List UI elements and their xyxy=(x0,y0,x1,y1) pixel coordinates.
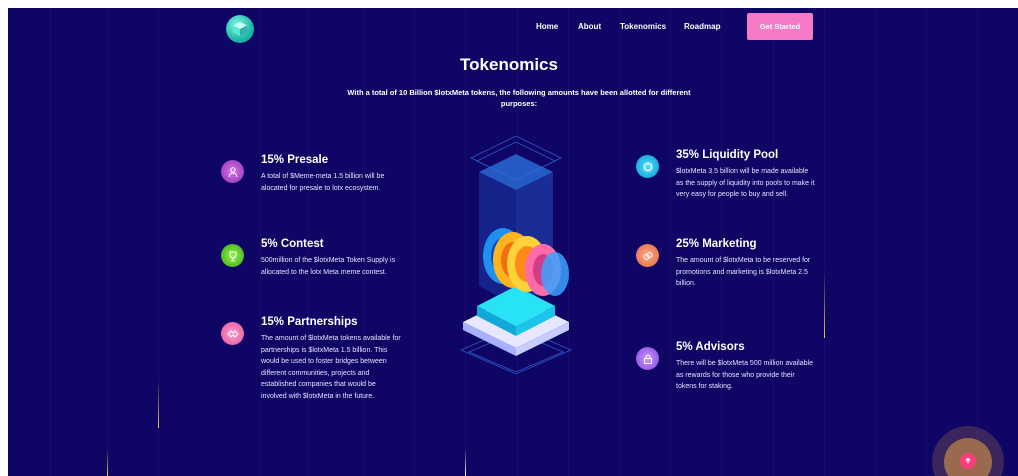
allocation-text: 500million of the $lotxMeta Token Supply… xyxy=(261,257,396,276)
section-subtitle: With a total of 10 Billion $lotxMeta tok… xyxy=(347,88,691,108)
lock-icon xyxy=(636,347,659,370)
decorative-line xyxy=(158,378,159,428)
allocation-title: 5% Contest xyxy=(261,238,324,250)
allocation-text: The amount of $lotxMeta tokens available… xyxy=(261,335,401,400)
allocation-title: 5% Advisors xyxy=(676,341,745,353)
token-stack-illustration xyxy=(459,136,573,375)
allocation-title: 15% Partnerships xyxy=(261,316,358,328)
allocation-text: A total of $Meme-meta 1.5 billion will b… xyxy=(261,173,385,192)
nav-about-link[interactable]: About xyxy=(578,22,601,31)
handshake-icon xyxy=(221,322,244,345)
user-icon xyxy=(221,160,244,183)
decorative-line xyxy=(107,448,108,476)
tokenomics-page: Home About Tokenomics Roadmap Get Starte… xyxy=(8,8,1018,476)
chip-icon xyxy=(636,155,659,178)
allocation-title: 25% Marketing xyxy=(676,238,757,250)
get-started-button[interactable]: Get Started xyxy=(747,13,813,40)
allocation-title: 15% Presale xyxy=(261,154,329,166)
arrow-up-icon xyxy=(960,453,976,469)
allocation-text: The amount of $lotxMeta to be reserved f… xyxy=(676,257,811,287)
logo[interactable] xyxy=(226,15,254,43)
nav-home-link[interactable]: Home xyxy=(536,22,558,31)
section-title: Tokenomics xyxy=(460,55,558,74)
trophy-icon xyxy=(221,244,244,267)
decorative-line xyxy=(465,448,466,476)
allocation-text: $lotxMeta 3.5 billion will be made avail… xyxy=(676,168,815,198)
nav-tokenomics-link[interactable]: Tokenomics xyxy=(620,22,666,31)
nav-roadmap-link[interactable]: Roadmap xyxy=(684,22,720,31)
cube-logo-icon xyxy=(233,22,247,36)
decorative-line xyxy=(824,268,825,338)
allocation-text: There will be $lotxMeta 500 million avai… xyxy=(676,360,813,390)
scroll-to-top-button[interactable] xyxy=(932,426,1004,476)
coins-icon xyxy=(636,244,659,267)
allocation-title: 35% Liquidity Pool xyxy=(676,149,779,161)
